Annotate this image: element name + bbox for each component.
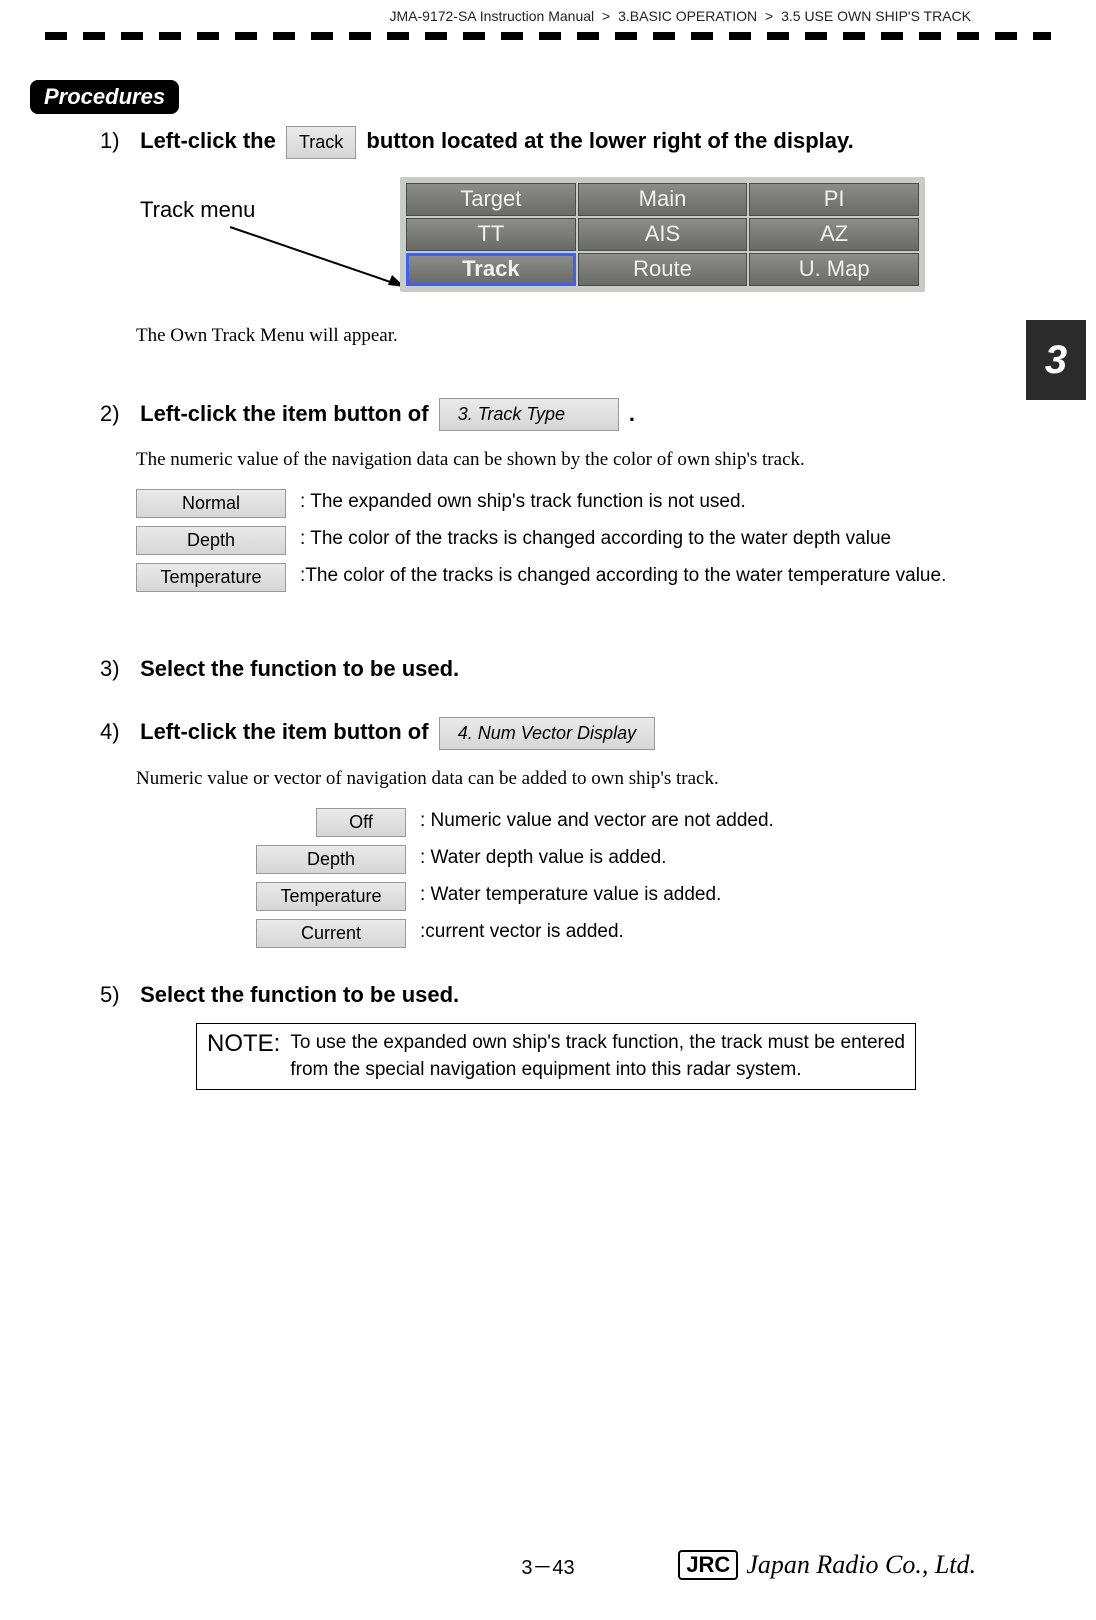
- arrow-icon: [220, 217, 420, 297]
- step-number: 5): [100, 978, 134, 1011]
- step-result: The numeric value of the navigation data…: [136, 449, 976, 471]
- jrc-logo-badge: JRC: [678, 1550, 738, 1580]
- step-result: Numeric value or vector of navigation da…: [136, 768, 976, 790]
- current-button[interactable]: Current: [256, 919, 406, 948]
- depth-button-2[interactable]: Depth: [256, 845, 406, 874]
- breadcrumb: JMA-9172-SA Instruction Manual > 3.BASIC…: [0, 0, 1096, 24]
- footer: 3－43 JRC Japan Radio Co., Ltd.: [0, 1551, 1096, 1580]
- step-text: Left-click the item button of: [140, 719, 435, 744]
- chapter-title: 3.BASIC OPERATION: [618, 8, 757, 24]
- step-text: Select the function to be used.: [140, 656, 459, 681]
- option-desc: : Water temperature value is added.: [420, 882, 976, 909]
- step-number: 1): [100, 124, 134, 157]
- page-number: 3－43: [521, 1557, 574, 1579]
- option-desc: : The expanded own ship's track function…: [300, 489, 976, 516]
- note-box: NOTE: To use the expanded own ship's tra…: [196, 1023, 916, 1090]
- menu-target[interactable]: Target: [406, 183, 576, 216]
- manual-title: JMA-9172-SA Instruction Manual: [390, 8, 595, 24]
- temperature-button-2[interactable]: Temperature: [256, 882, 406, 911]
- depth-button[interactable]: Depth: [136, 526, 286, 555]
- option-desc: :current vector is added.: [420, 919, 976, 946]
- option-row: Temperature :The color of the tracks is …: [136, 563, 976, 592]
- step-text: Select the function to be used.: [140, 982, 459, 1007]
- logo-area: JRC Japan Radio Co., Ltd.: [678, 1550, 976, 1580]
- step-number: 2): [100, 397, 134, 430]
- menu-tt[interactable]: TT: [406, 218, 576, 251]
- track-menu-panel: Target Main PI TT AIS AZ Track Route U. …: [400, 177, 925, 292]
- menu-route[interactable]: Route: [578, 253, 748, 286]
- step-number: 3): [100, 652, 134, 685]
- track-button[interactable]: Track: [286, 126, 356, 159]
- track-menu-figure: Track menu Target Main PI TT AIS AZ: [100, 177, 976, 307]
- option-row: Current :current vector is added.: [196, 919, 976, 948]
- option-desc: : Water depth value is added.: [420, 845, 976, 872]
- menu-track[interactable]: Track: [406, 253, 576, 286]
- section-title: 3.5 USE OWN SHIP'S TRACK: [781, 8, 971, 24]
- step-5: 5) Select the function to be used. NOTE:…: [100, 978, 976, 1090]
- breadcrumb-sep: >: [765, 8, 773, 24]
- note-text: To use the expanded own ship's track fun…: [290, 1030, 905, 1083]
- menu-az[interactable]: AZ: [749, 218, 919, 251]
- step-1: 1) Left-click the Track button located a…: [100, 124, 976, 347]
- option-row: Depth : The color of the tracks is chang…: [136, 526, 976, 555]
- option-desc: : The color of the tracks is changed acc…: [300, 526, 976, 553]
- num-vector-display-button[interactable]: 4. Num Vector Display: [439, 717, 655, 750]
- off-button[interactable]: Off: [316, 808, 406, 837]
- step-number: 4): [100, 715, 134, 748]
- step-result: The Own Track Menu will appear.: [136, 325, 976, 347]
- track-type-button[interactable]: 3. Track Type: [439, 398, 619, 431]
- step-text: button located at the lower right of the…: [366, 128, 853, 153]
- step-text: Left-click the item button of: [140, 401, 435, 426]
- step-3: 3) Select the function to be used.: [100, 652, 976, 685]
- menu-pi[interactable]: PI: [749, 183, 919, 216]
- option-desc: : Numeric value and vector are not added…: [420, 808, 976, 835]
- temperature-button[interactable]: Temperature: [136, 563, 286, 592]
- jrc-logo-text: Japan Radio Co., Ltd.: [746, 1550, 976, 1580]
- dashed-divider: [45, 32, 1051, 40]
- menu-umap[interactable]: U. Map: [749, 253, 919, 286]
- step-text: Left-click the: [140, 128, 276, 153]
- menu-main[interactable]: Main: [578, 183, 748, 216]
- step-text: .: [629, 401, 635, 426]
- option-row: Normal : The expanded own ship's track f…: [136, 489, 976, 518]
- option-row: Depth : Water depth value is added.: [196, 845, 976, 874]
- step-4: 4) Left-click the item button of 4. Num …: [100, 715, 976, 948]
- option-row: Temperature : Water temperature value is…: [196, 882, 976, 911]
- option-desc: :The color of the tracks is changed acco…: [300, 563, 976, 590]
- step-2: 2) Left-click the item button of 3. Trac…: [100, 397, 976, 593]
- breadcrumb-sep: >: [602, 8, 610, 24]
- option-row: Off : Numeric value and vector are not a…: [196, 808, 976, 837]
- procedures-badge: Procedures: [30, 80, 179, 114]
- normal-button[interactable]: Normal: [136, 489, 286, 518]
- note-label: NOTE:: [207, 1030, 280, 1083]
- menu-ais[interactable]: AIS: [578, 218, 748, 251]
